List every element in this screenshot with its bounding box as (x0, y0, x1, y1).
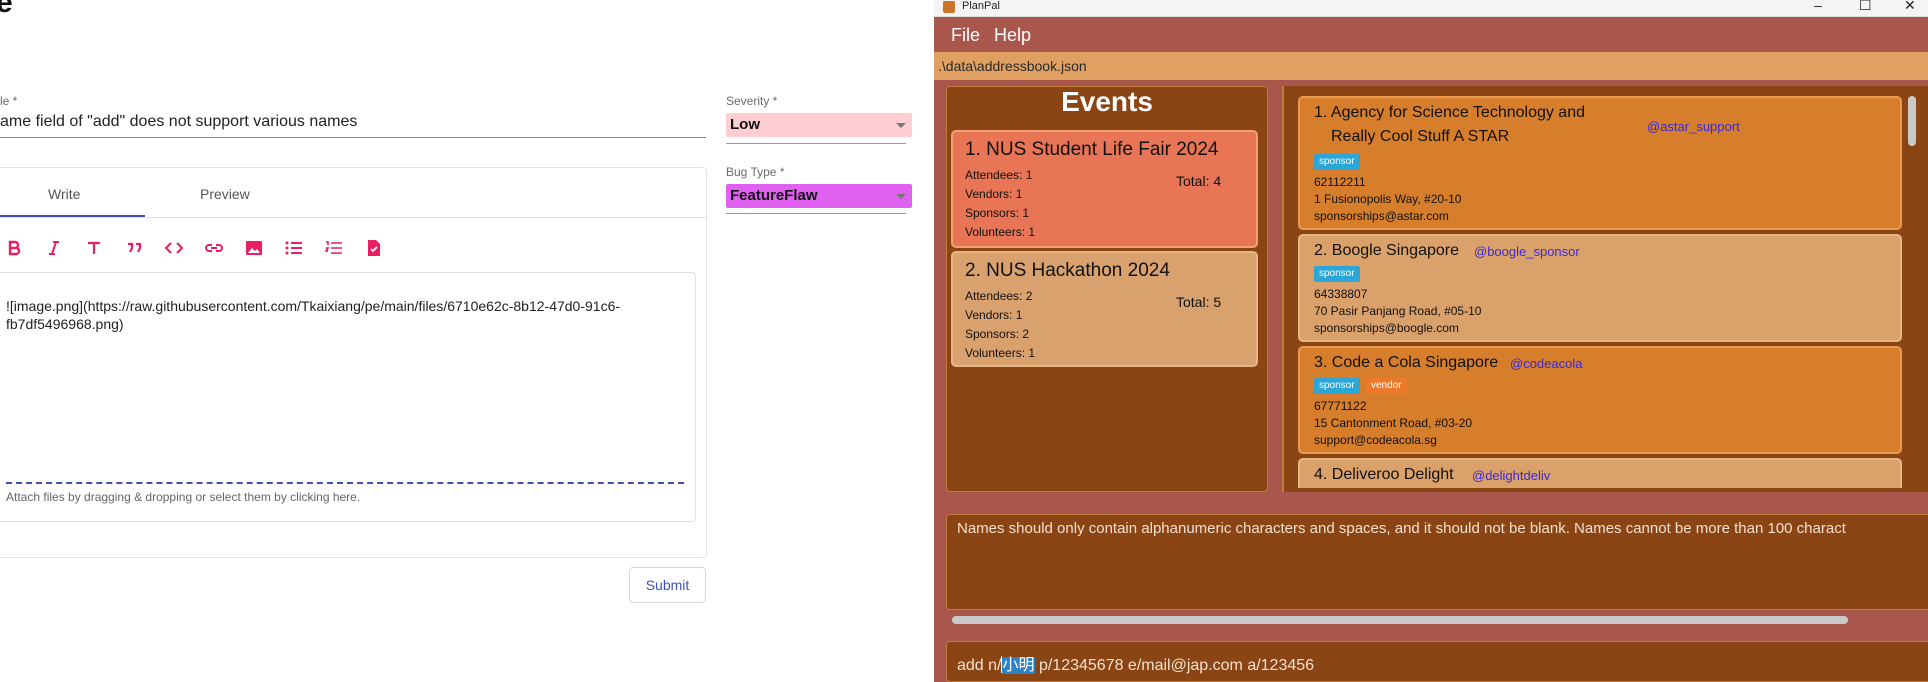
contact-email: support@codeacola.sg (1314, 433, 1437, 447)
bug-type-select[interactable]: FeatureFlaw (726, 184, 912, 208)
result-scrollbar[interactable] (952, 616, 1848, 624)
issue-form: e le * ame field of "add" does not suppo… (0, 0, 934, 682)
attach-divider (6, 482, 684, 484)
contact-name: 4. Deliveroo Delight (1314, 466, 1454, 483)
title-label: le * (0, 94, 18, 108)
chevron-down-icon (896, 123, 906, 128)
numbered-list-icon[interactable] (322, 236, 346, 260)
event-sponsors: Sponsors: 1 (965, 206, 1030, 220)
event-title: 1. NUS Student Life Fair 2024 (965, 139, 1219, 160)
image-icon[interactable] (242, 236, 266, 260)
tab-divider (0, 217, 706, 218)
contact-name: 3. Code a Cola Singapore (1314, 354, 1499, 371)
bug-type-value: FeatureFlaw (730, 187, 818, 204)
severity-value: Low (730, 116, 760, 133)
chevron-down-icon (896, 194, 906, 199)
event-attendees: Attendees: 1 (965, 168, 1033, 182)
bold-icon[interactable] (2, 236, 26, 260)
command-text-after: p/12345678 e/mail@jap.com a/123456 (1034, 657, 1315, 674)
event-volunteers: Volunteers: 1 (965, 346, 1036, 360)
contact-phone: 64338807 (1314, 287, 1368, 301)
severity-select[interactable]: Low (726, 113, 912, 137)
tag-sponsor: sponsor (1314, 266, 1360, 282)
contact-handle[interactable]: @astar_support (1647, 119, 1740, 134)
page-title: e (0, 0, 13, 19)
heading-icon[interactable] (82, 236, 106, 260)
event-vendors: Vendors: 1 (965, 308, 1023, 322)
bug-type-label: Bug Type * (726, 165, 785, 179)
event-sponsors: Sponsors: 2 (965, 327, 1030, 341)
event-title: 2. NUS Hackathon 2024 (965, 260, 1170, 281)
tab-preview[interactable]: Preview (200, 186, 250, 202)
command-text-before: add n/ (957, 657, 1002, 674)
title-input[interactable]: ame field of "add" does not support vari… (0, 113, 357, 131)
contacts-scrollbar[interactable] (1908, 96, 1916, 146)
tag-vendor: vendor (1366, 378, 1407, 394)
contact-address: 1 Fusionopolis Way, #20-10 (1314, 192, 1462, 206)
bulleted-list-icon[interactable] (282, 236, 306, 260)
menu-file[interactable]: File (951, 25, 980, 46)
contact-email: sponsorships@boogle.com (1314, 321, 1459, 335)
tag-sponsor: sponsor (1314, 154, 1360, 170)
submit-button[interactable]: Submit (629, 567, 706, 603)
tab-write[interactable]: Write (48, 186, 80, 202)
contact-handle[interactable]: @codeacola (1510, 356, 1582, 371)
contact-address: 70 Pasir Panjang Road, #05-10 (1314, 304, 1482, 318)
maximize-icon[interactable]: ☐ (1859, 0, 1872, 14)
close-icon[interactable]: ✕ (1904, 0, 1916, 14)
events-title: Events (1061, 86, 1153, 117)
file-path-bar: .\data\addressbook.json (934, 52, 1928, 80)
bug-type-underline (726, 213, 906, 214)
tag-sponsor: sponsor (1314, 378, 1360, 394)
command-input[interactable]: add n/小明 p/12345678 e/mail@jap.com a/123… (957, 651, 1314, 675)
severity-underline (726, 143, 906, 144)
contact-name-cont: Really Cool Stuff A STAR (1331, 128, 1510, 145)
contact-handle[interactable]: @delightdeliv (1472, 468, 1550, 483)
severity-label: Severity * (726, 94, 778, 108)
title-underline (0, 137, 706, 138)
contact-name: 2. Boogle Singapore (1314, 242, 1459, 259)
event-total: Total: 4 (1176, 173, 1222, 189)
event-volunteers: Volunteers: 1 (965, 225, 1036, 239)
contact-email: sponsorships@astar.com (1314, 209, 1449, 223)
event-total: Total: 5 (1176, 294, 1222, 310)
task-list-icon[interactable] (362, 236, 386, 260)
italic-icon[interactable] (42, 236, 66, 260)
attach-files-hint[interactable]: Attach files by dragging & dropping or s… (6, 490, 360, 504)
menu-help[interactable]: Help (994, 25, 1031, 46)
file-path: .\data\addressbook.json (938, 58, 1087, 74)
command-selection: 小明 (1002, 657, 1035, 674)
description-text: ![image.png](https://raw.githubuserconte… (6, 298, 621, 332)
event-attendees: Attendees: 2 (965, 289, 1033, 303)
minimize-icon[interactable]: – (1814, 0, 1822, 13)
contact-phone: 62112211 (1314, 175, 1366, 189)
code-icon[interactable] (162, 236, 186, 260)
app-icon (943, 1, 955, 13)
result-message: Names should only contain alphanumeric c… (957, 520, 1846, 537)
menu-bar (934, 17, 1928, 51)
contact-handle[interactable]: @boogle_sponsor (1474, 244, 1580, 259)
quote-icon[interactable] (122, 236, 146, 260)
title-bar: PlanPal – ☐ ✕ (934, 0, 1928, 17)
contact-address: 15 Cantonment Road, #03-20 (1314, 416, 1473, 430)
window-title: PlanPal (962, 0, 1000, 12)
event-vendors: Vendors: 1 (965, 187, 1023, 201)
contact-phone: 67771122 (1314, 399, 1367, 413)
link-icon[interactable] (202, 236, 226, 260)
contact-name: 1. Agency for Science Technology and (1314, 104, 1585, 121)
